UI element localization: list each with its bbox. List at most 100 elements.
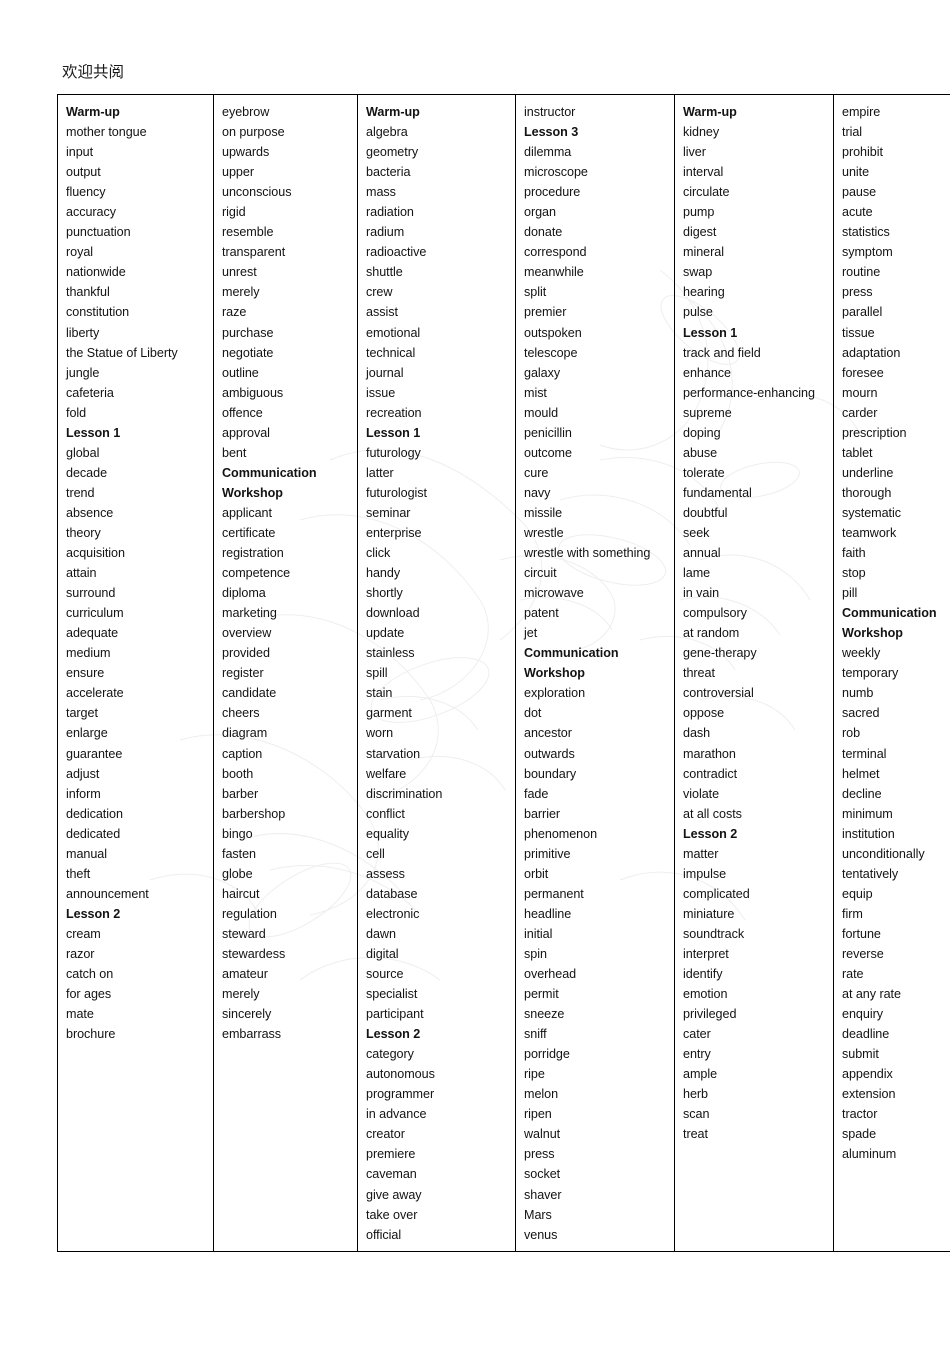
vocabulary-word: organ [524,205,556,220]
vocabulary-word: overhead [524,967,577,982]
vocabulary-word: participant [366,1007,424,1022]
vocabulary-word: bacteria [366,165,411,180]
vocabulary-word: annual [683,546,721,561]
vocabulary-word: digital [366,946,399,961]
vocabulary-word: upwards [222,145,270,160]
vocabulary-word: tentatively [842,866,899,881]
vocabulary-word: fluency [66,185,106,200]
vocabulary-word: microscope [524,165,588,180]
vocabulary-word: garment [366,706,412,721]
section-heading: Lesson 1 [66,425,121,440]
vocabulary-word: candidate [222,686,277,701]
table-column-1: Warm-up mother tongue input output fluency ac… [57,94,214,1252]
vocabulary-word: transparent [222,245,286,260]
vocabulary-word: barbershop [222,806,286,821]
vocabulary-word: seek [683,525,710,540]
vocabulary-word: shaver [524,1187,562,1202]
page-title: 欢迎共阅 [62,64,125,81]
vocabulary-word: merely [222,987,260,1002]
vocabulary-word: helmet [842,766,880,781]
vocabulary-word: theft [66,866,91,881]
vocabulary-word: herb [683,1087,709,1102]
vocabulary-word: curriculum [66,606,124,621]
vocabulary-word: eyebrow [222,105,270,119]
vocabulary-word: dot [524,706,542,721]
vocabulary-word: split [524,285,547,300]
vocabulary-word: abuse [683,445,718,460]
vocabulary-word: issue [366,385,396,400]
vocabulary-word: swap [683,265,713,280]
section-heading: Workshop [222,485,283,500]
vocabulary-word: crew [366,285,393,300]
vocabulary-word: systematic [842,505,901,520]
vocabulary-table: Warm-up mother tongue input output fluency ac… [57,94,950,1252]
vocabulary-word: caption [222,746,263,761]
vocabulary-word: upper [222,165,254,180]
vocabulary-word: in advance [366,1107,427,1122]
vocabulary-word: barber [222,786,259,801]
vocabulary-word: resemble [222,225,274,240]
vocabulary-word: meanwhile [524,265,584,280]
vocabulary-word: miniature [683,906,735,921]
section-heading: Communication [524,646,619,661]
vocabulary-word: adequate [66,626,119,641]
vocabulary-word: sincerely [222,1007,272,1022]
vocabulary-word: galaxy [524,365,561,380]
vocabulary-word: orbit [524,866,549,881]
vocabulary-word: fold [66,405,87,420]
vocabulary-word: rob [842,726,861,741]
vocabulary-word: discrimination [366,786,443,801]
vocabulary-word: gene-therapy [683,646,757,661]
section-heading: Warm-up [66,105,120,119]
vocabulary-word: dash [683,726,711,741]
vocabulary-word: punctuation [66,225,131,240]
vocabulary-word: cater [683,1027,711,1042]
vocabulary-word: purchase [222,325,274,340]
vocabulary-word: enquiry [842,1007,883,1022]
vocabulary-word: circulate [683,185,730,200]
vocabulary-word: stain [366,686,393,701]
vocabulary-word: melon [524,1087,559,1102]
vocabulary-word: registration [222,546,284,561]
vocabulary-word: correspond [524,245,587,260]
section-heading: Workshop [842,626,903,641]
vocabulary-word: journal [366,365,404,380]
word-list-6: empire trial prohibit unite pause acute statis… [842,102,950,1164]
table-column-5: Warm-up kidney liver interval circulate pump d… [674,94,834,1252]
vocabulary-word: sniff [524,1027,547,1042]
vocabulary-word: donate [524,225,563,240]
vocabulary-word: acquisition [66,546,125,561]
section-heading: Lesson 1 [683,325,738,340]
vocabulary-word: contradict [683,766,738,781]
vocabulary-word: mineral [683,245,724,260]
vocabulary-word: algebra [366,125,408,140]
vocabulary-word: violate [683,786,720,801]
vocabulary-word: institution [842,826,895,841]
vocabulary-word: certificate [222,525,276,540]
vocabulary-word: recreation [366,405,422,420]
vocabulary-word: medium [66,646,111,661]
vocabulary-word: tolerate [683,465,725,480]
vocabulary-word: steward [222,926,266,941]
section-heading: Lesson 2 [683,826,738,841]
vocabulary-word: entry [683,1047,711,1062]
word-list-2: eyebrow on purpose upwards upper unconscious… [222,102,357,1044]
vocabulary-word: embarrass [222,1027,282,1042]
vocabulary-word: headline [524,906,572,921]
vocabulary-word: starvation [366,746,421,761]
vocabulary-word: outwards [524,746,575,761]
vocabulary-word: barrier [524,806,561,821]
vocabulary-word: cell [366,846,385,861]
vocabulary-word: catch on [66,967,114,982]
vocabulary-word: enhance [683,365,731,380]
vocabulary-word: procedure [524,185,581,200]
vocabulary-word: privileged [683,1007,737,1022]
vocabulary-word: caveman [366,1167,417,1182]
vocabulary-word: inform [66,786,101,801]
vocabulary-word: shuttle [366,265,403,280]
section-heading: Workshop [524,666,585,681]
vocabulary-word: mass [366,185,396,200]
table-column-4: instructor Lesson 3 dilemma microscope proce… [515,94,675,1252]
word-list-3: Warm-up algebra geometry bacteria mass radiat… [366,102,515,1245]
vocabulary-word: output [66,165,101,180]
